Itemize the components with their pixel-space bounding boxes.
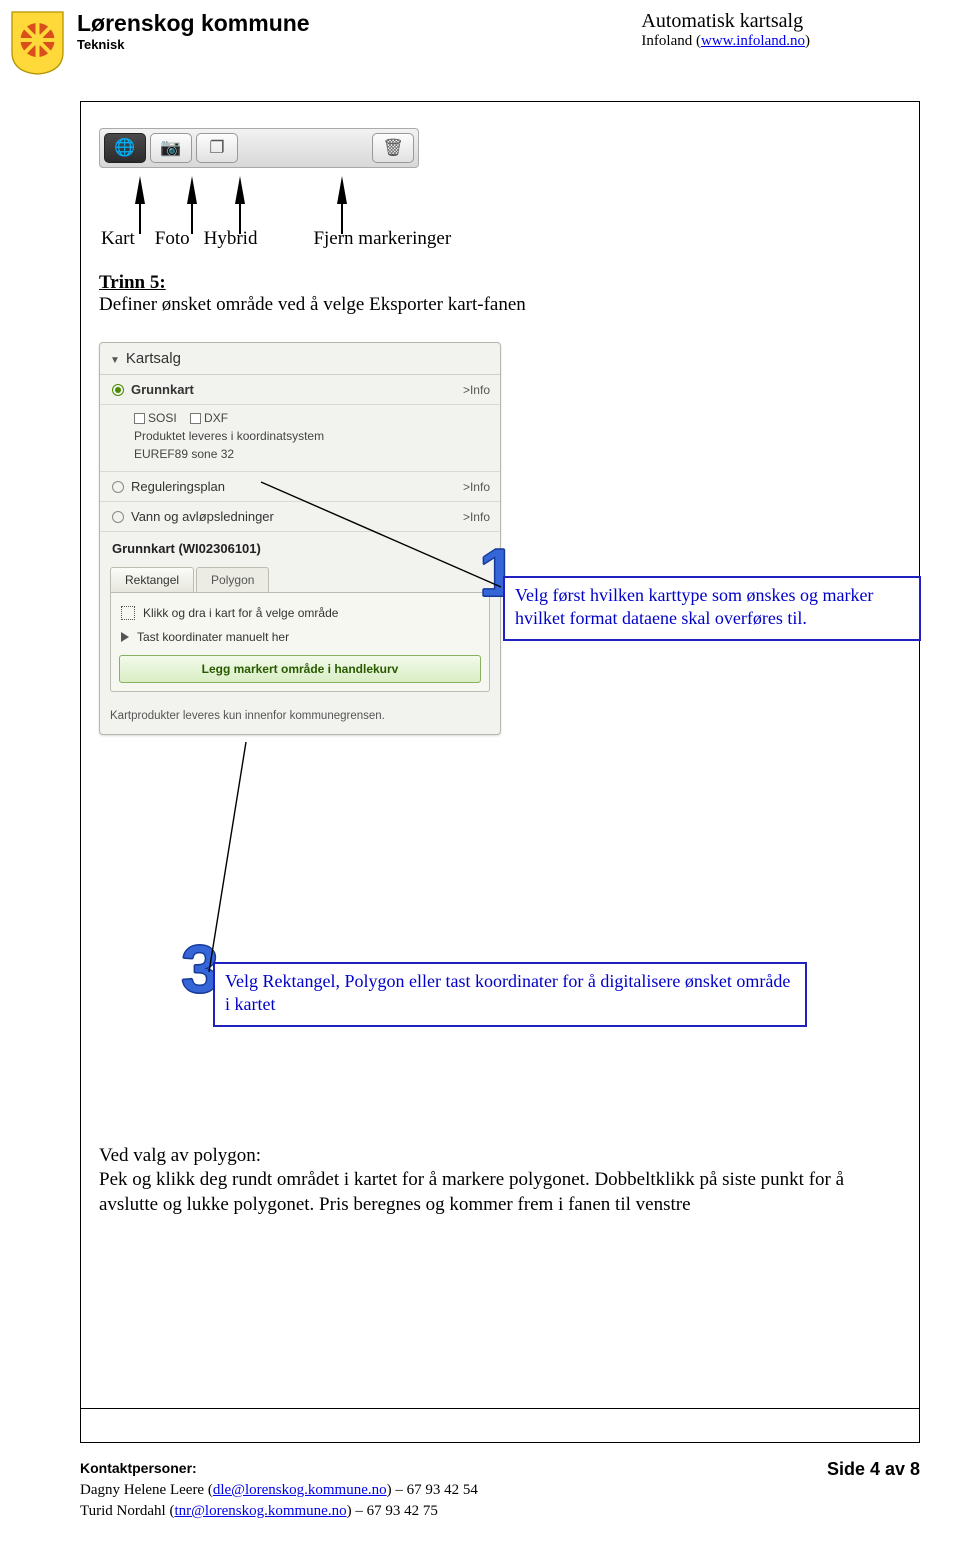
shape-tab-body: Klikk og dra i kart for å velge område T… [110, 592, 490, 692]
row-click-drag[interactable]: Klikk og dra i kart for å velge område [119, 601, 481, 625]
contact-2-mail[interactable]: tnr@lorenskog.kommune.no [174, 1503, 346, 1519]
page-frame: 🌐 📷 ❐ 🗑 Kart Foto Hybrid Fjern marke [80, 101, 920, 1443]
polygon-heading: Ved valg av polygon: [99, 1144, 899, 1168]
label-hybrid: Hybrid [204, 228, 258, 250]
header-right: Automatisk kartsalg Infoland (www.infola… [641, 10, 810, 50]
arrow-icon [135, 176, 145, 204]
map-mode-hybrid-button[interactable]: ❐ [196, 133, 238, 163]
info-link[interactable]: >Info [463, 510, 490, 524]
arrow-icon [235, 176, 245, 204]
page-header: Lørenskog kommune Teknisk Automatisk kar… [0, 0, 960, 81]
option-grunnkart-label: Grunnkart [131, 382, 194, 397]
radio-off-icon [112, 511, 124, 523]
panel-footnote: Kartprodukter leveres kun innenfor kommu… [100, 702, 500, 734]
page-footer: Kontaktpersoner: Dagny Helene Leere (dle… [80, 1459, 920, 1522]
doc-title: Automatisk kartsalg [641, 10, 810, 33]
add-to-cart-button[interactable]: Legg markert område i handlekurv [119, 655, 481, 683]
checkbox-dxf[interactable] [190, 413, 201, 424]
contact-1-tail: ) – 67 93 42 54 [387, 1482, 478, 1498]
info-link[interactable]: >Info [463, 383, 490, 397]
callout-3: Velg Rektangel, Polygon eller tast koord… [213, 962, 807, 1027]
subtitle-suffix: ) [805, 33, 810, 49]
format-block: SOSI DXF Produktet leveres i koordinatsy… [100, 405, 500, 472]
option-regplan-label: Reguleringsplan [131, 479, 225, 494]
polygon-instructions: Ved valg av polygon: Pek og klikk deg ru… [99, 1144, 899, 1217]
contact-2-tail: ) – 67 93 42 75 [347, 1503, 438, 1519]
row-click-drag-label: Klikk og dra i kart for å velge område [143, 606, 338, 620]
label-foto: Foto [155, 228, 190, 250]
trash-icon: 🗑 [382, 138, 404, 158]
layers-icon: ❐ [209, 138, 224, 158]
map-mode-toolbar: 🌐 📷 ❐ 🗑 [99, 128, 419, 168]
prod-info-line2: EUREF89 sone 32 [134, 445, 490, 463]
option-reguleringsplan[interactable]: Reguleringsplan >Info [100, 472, 500, 502]
toolbar-label-row: 🌐 📷 ❐ 🗑 Kart Foto Hybrid Fjern marke [99, 128, 901, 250]
toolbar-section: 🌐 📷 ❐ 🗑 Kart Foto Hybrid Fjern marke [81, 102, 919, 749]
label-sosi: SOSI [148, 411, 177, 425]
org-subtitle: Teknisk [77, 37, 641, 52]
trinn-text: Definer ønsket område ved å velge Ekspor… [99, 294, 901, 316]
callout-1: Velg først hvilken karttype som ønskes o… [503, 576, 921, 641]
radio-off-icon [112, 481, 124, 493]
label-kart: Kart [101, 228, 135, 250]
divider [81, 1408, 919, 1409]
row-manual-coords-label: Tast koordinater manuelt her [137, 630, 289, 644]
header-left: Lørenskog kommune Teknisk [77, 10, 641, 52]
map-mode-kart-button[interactable]: 🌐 [104, 133, 146, 163]
toolbar-text-labels: Kart Foto Hybrid Fjern markeringer [99, 228, 901, 250]
tab-rektangel[interactable]: Rektangel [110, 567, 194, 592]
info-link[interactable]: >Info [463, 480, 490, 494]
org-name: Lørenskog kommune [77, 10, 641, 37]
infoland-link[interactable]: www.infoland.no [701, 33, 805, 49]
page-number: Side 4 av 8 [827, 1459, 920, 1522]
selected-product-label: Grunnkart (WI02306101) [100, 532, 500, 565]
tab-polygon[interactable]: Polygon [196, 567, 269, 592]
doc-subtitle: Infoland (www.infoland.no) [641, 33, 810, 50]
arrow-icon [337, 176, 347, 204]
subtitle-prefix: Infoland ( [641, 33, 701, 49]
arrow-icon [187, 176, 197, 204]
option-vann-label: Vann og avløpsledninger [131, 509, 274, 524]
municipal-crest-icon [10, 10, 65, 75]
shape-tabs: Rektangel Polygon [100, 567, 500, 592]
contact-heading: Kontaktpersoner: [80, 1460, 197, 1476]
label-dxf: DXF [204, 411, 228, 425]
option-grunnkart[interactable]: Grunnkart >Info [100, 375, 500, 405]
selection-icon [121, 606, 135, 620]
camera-icon: 📷 [160, 138, 181, 158]
toolbar-pointer-arrows [123, 176, 347, 204]
polygon-body: Pek og klikk deg rundt området i kartet … [99, 1168, 899, 1217]
play-icon [121, 632, 129, 642]
trinn-heading: Trinn 5: [99, 272, 901, 294]
contact-2-name: Turid Nordahl ( [80, 1503, 174, 1519]
clear-markings-button[interactable]: 🗑 [372, 133, 414, 163]
checkbox-sosi[interactable] [134, 413, 145, 424]
contact-1-name: Dagny Helene Leere ( [80, 1482, 213, 1498]
label-fjern: Fjern markeringer [313, 228, 451, 250]
map-mode-foto-button[interactable]: 📷 [150, 133, 192, 163]
prod-info-line1: Produktet leveres i koordinatsystem [134, 427, 490, 445]
contact-1-mail[interactable]: dle@lorenskog.kommune.no [213, 1482, 387, 1498]
kartsalg-panel: Kartsalg Grunnkart >Info SOSI DXF Produk… [99, 342, 501, 735]
trinn-block: Trinn 5: Definer ønsket område ved å vel… [99, 272, 901, 316]
contact-block: Kontaktpersoner: Dagny Helene Leere (dle… [80, 1459, 478, 1522]
globe-icon: 🌐 [114, 138, 135, 158]
radio-on-icon [112, 384, 124, 396]
panel-header[interactable]: Kartsalg [100, 343, 500, 375]
row-manual-coords[interactable]: Tast koordinater manuelt her [119, 625, 481, 649]
option-vann[interactable]: Vann og avløpsledninger >Info [100, 502, 500, 532]
